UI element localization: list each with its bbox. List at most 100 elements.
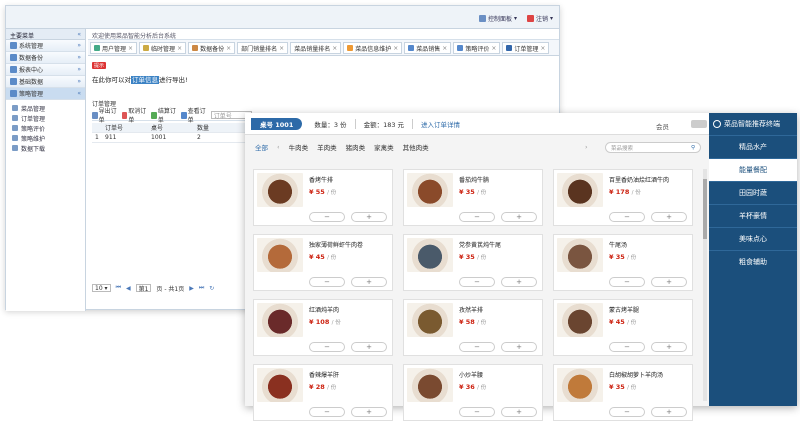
export-order-button[interactable]: 导出订单 [92,106,118,124]
close-icon[interactable]: × [226,45,231,52]
chevron-right-icon[interactable]: › [585,143,588,151]
category-beef[interactable]: 牛肉类 [289,142,309,152]
table-row[interactable]: 1 911 1001 2 [92,133,252,143]
chevron-left-icon[interactable]: ‹ [277,143,280,151]
tab-backup[interactable]: 数据备份 × [188,42,236,54]
sidebar-item[interactable]: 粗食辅助 [709,250,797,273]
collapse-icon[interactable]: « [77,31,81,38]
increase-button[interactable]: + [351,407,387,417]
increase-button[interactable]: + [651,277,687,287]
increase-button[interactable]: + [501,342,537,352]
cancel-order-button[interactable]: 取消订单 [121,106,148,124]
first-page-icon[interactable]: ⏮ [116,284,121,292]
increase-button[interactable]: + [501,407,537,417]
refresh-icon[interactable]: ↻ [209,285,214,292]
next-page-icon[interactable]: ▶ [189,285,194,292]
increase-button[interactable]: + [351,212,387,222]
sidebar-item[interactable]: 田园时蔬 [709,181,797,204]
close-icon[interactable]: × [332,45,337,52]
sub-item-dishes[interactable]: 菜品管理 [12,103,79,113]
increase-button[interactable]: + [351,342,387,352]
dish-card[interactable]: 香烤牛排 ¥ 55 / 份 − + [253,169,393,226]
page-size-select[interactable]: 10 ▾ [92,284,111,292]
category-other-meat[interactable]: 其他肉类 [403,142,429,152]
dish-card[interactable]: 香辣爆羊肝 ¥ 28 / 份 − + [253,364,393,421]
search-icon[interactable]: ⚲ [691,145,695,151]
dish-card[interactable]: 红酒炖羊肉 ¥ 108 / 份 − + [253,299,393,356]
scrollbar-thumb[interactable] [703,179,707,239]
close-icon[interactable]: × [279,45,284,52]
member-toggle[interactable] [691,120,707,128]
decrease-button[interactable]: − [609,407,645,417]
dish-search-input[interactable]: 菜品搜索 ⚲ [605,142,701,153]
dish-card[interactable]: 党参黄芪炖牛尾 ¥ 35 / 份 − + [403,234,543,291]
order-detail-link[interactable]: 进入订单详情 [421,119,460,129]
nav-item-report[interactable]: 报表中心 » [6,64,85,76]
increase-button[interactable]: + [351,277,387,287]
close-icon[interactable]: × [442,45,447,52]
decrease-button[interactable]: − [609,342,645,352]
increase-button[interactable]: + [651,342,687,352]
nav-item-basic[interactable]: 基础数据 » [6,76,85,88]
dish-card[interactable]: 番茄炖牛腩 ¥ 35 / 份 − + [403,169,543,226]
dish-card[interactable]: 百里香奶油烩红酒牛肉 ¥ 178 / 份 − + [553,169,693,226]
sidebar-item[interactable]: 羊杯豪情 [709,204,797,227]
category-lamb[interactable]: 羊肉类 [317,142,337,152]
tab-orders[interactable]: 订单管理 × [502,42,550,54]
decrease-button[interactable]: − [459,342,495,352]
category-all[interactable]: 全部 [255,142,268,152]
grid-header-cell[interactable]: 桌号 [148,123,194,132]
close-icon[interactable]: × [491,45,496,52]
close-icon[interactable]: × [393,45,398,52]
tab-evaluation[interactable]: 策略评价 × [453,42,501,54]
grid-header-cell[interactable]: 订单号 [102,123,148,132]
sidebar-item[interactable]: 美味点心 [709,227,797,250]
decrease-button[interactable]: − [459,212,495,222]
category-poultry[interactable]: 家禽类 [374,142,394,152]
dish-card[interactable]: 独家薄荷鲜虾牛肉卷 ¥ 45 / 份 − + [253,234,393,291]
dish-card[interactable]: 蒙古烤羊腿 ¥ 45 / 份 − + [553,299,693,356]
prev-page-icon[interactable]: ◀ [126,285,131,292]
dish-card[interactable]: 牛尾汤 ¥ 35 / 份 − + [553,234,693,291]
tab-temp[interactable]: 临时管理 × [139,42,187,54]
category-pork[interactable]: 猪肉类 [346,142,366,152]
view-order-button[interactable]: 查看订单 [181,106,207,124]
tab-dept-rank[interactable]: 部门销量排名 × [237,42,289,54]
logout-link[interactable]: 注销 ▾ [526,14,553,23]
close-icon[interactable]: × [540,45,545,52]
dish-card[interactable]: 孜然羊排 ¥ 58 / 份 − + [403,299,543,356]
decrease-button[interactable]: − [309,407,345,417]
dish-card[interactable]: 小炒羊腰 ¥ 36 / 份 − + [403,364,543,421]
decrease-button[interactable]: − [309,277,345,287]
decrease-button[interactable]: − [309,342,345,352]
decrease-button[interactable]: − [459,407,495,417]
settle-order-button[interactable]: 结算订单 [151,106,177,124]
sidebar-item[interactable]: 能量餐配 [709,158,797,181]
close-icon[interactable]: × [128,45,133,52]
nav-item-strategy[interactable]: 策略管理 « [6,88,85,100]
decrease-button[interactable]: − [309,212,345,222]
sidebar-item[interactable]: 精品水产 [709,135,797,158]
close-icon[interactable]: × [177,45,182,52]
increase-button[interactable]: + [501,212,537,222]
scrollbar[interactable] [703,169,707,401]
decrease-button[interactable]: − [609,277,645,287]
nav-item-backup[interactable]: 数据备份 » [6,52,85,64]
decrease-button[interactable]: − [459,277,495,287]
tab-dish-info[interactable]: 菜品信息维护 × [343,42,403,54]
dish-card[interactable]: 白胡椒胡萝卜羊肉汤 ¥ 35 / 份 − + [553,364,693,421]
increase-button[interactable]: + [651,212,687,222]
sub-item-orders[interactable]: 订单管理 [12,113,79,123]
control-panel-link[interactable]: 控制面板 ▾ [478,14,517,23]
increase-button[interactable]: + [501,277,537,287]
sub-item-maintenance[interactable]: 策略维护 [12,133,79,143]
grid-header-cell[interactable]: 数量 [194,123,234,132]
sub-item-evaluation[interactable]: 策略评价 [12,123,79,133]
tab-users[interactable]: 用户管理 × [90,42,138,54]
sub-item-download[interactable]: 数据下载 [12,143,79,153]
increase-button[interactable]: + [651,407,687,417]
tab-dish-rank[interactable]: 菜品销量排名 × [290,42,342,54]
tab-dish-sales[interactable]: 菜品销售 × [404,42,452,54]
nav-item-system[interactable]: 系统管理 » [6,40,85,52]
page-number-input[interactable]: 第1 [135,284,152,293]
